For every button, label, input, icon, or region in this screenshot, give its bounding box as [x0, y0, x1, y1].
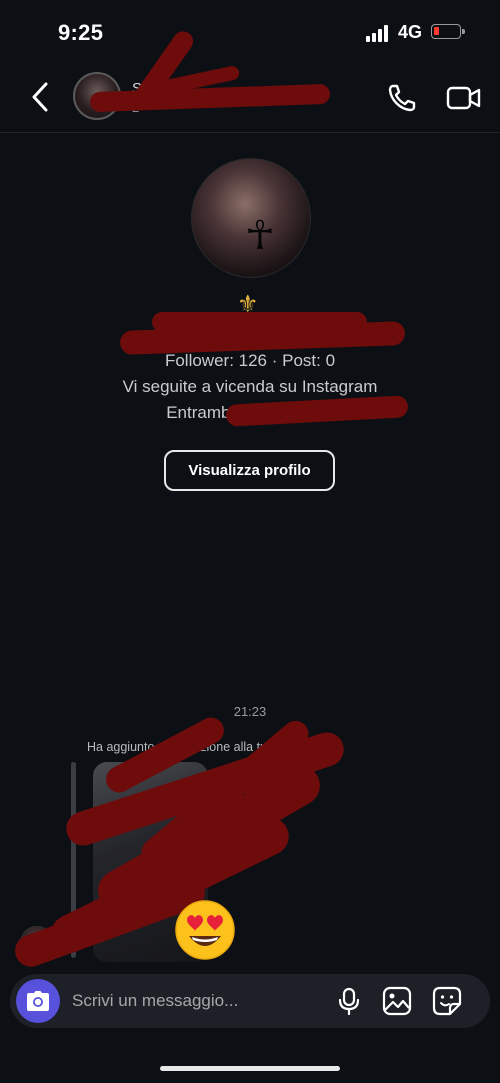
mutual-follow-text: Vi seguite a vicenda su Instagram	[122, 377, 378, 396]
message-composer	[10, 974, 490, 1028]
signal-icon	[366, 24, 392, 42]
sticker-icon[interactable]	[432, 986, 462, 1016]
message-input[interactable]	[72, 988, 322, 1014]
network-type: 4G	[398, 22, 423, 42]
profile-picture[interactable]	[191, 158, 311, 278]
home-indicator[interactable]	[160, 1066, 340, 1071]
camera-icon	[27, 991, 49, 1011]
message-timestamp: 21:23	[233, 704, 267, 719]
view-profile-button[interactable]: Visualizza profilo	[164, 450, 335, 491]
battery-icon	[431, 24, 465, 39]
video-call-icon[interactable]	[446, 82, 482, 114]
heart-eyes-emoji-icon	[175, 900, 235, 960]
back-arrow-icon[interactable]	[26, 80, 56, 114]
phone-icon[interactable]	[386, 82, 418, 114]
status-bar: 9:25 4G	[0, 0, 500, 64]
status-time: 9:25	[58, 20, 104, 45]
microphone-icon[interactable]	[336, 987, 362, 1015]
camera-button[interactable]	[16, 979, 60, 1023]
profile-stats: Follower: 126 · Post: 0	[164, 351, 336, 370]
gallery-icon[interactable]	[382, 986, 412, 1016]
